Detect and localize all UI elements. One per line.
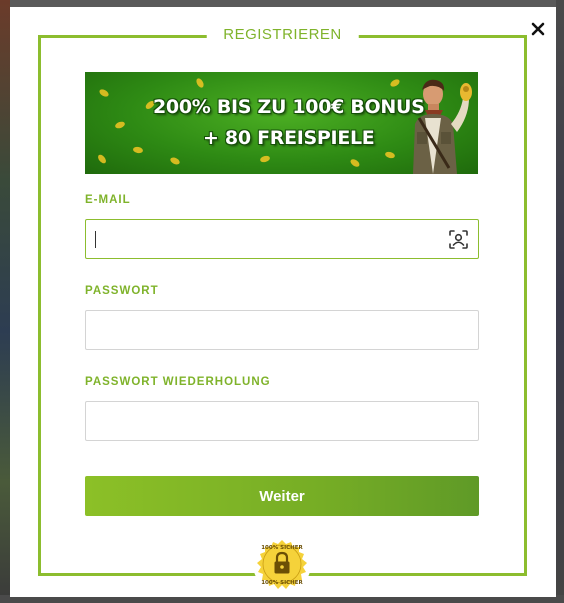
password-repeat-label: PASSWORT WIEDERHOLUNG	[85, 376, 271, 388]
modal-title: REGISTRIEREN	[206, 26, 359, 43]
password-field[interactable]	[86, 311, 478, 349]
continue-button[interactable]: Weiter	[85, 476, 479, 516]
password-field-wrapper	[85, 310, 479, 350]
email-field-wrapper	[85, 219, 479, 259]
password-label: PASSWORT	[85, 285, 159, 297]
password-repeat-field[interactable]	[86, 402, 478, 440]
background-page-right	[556, 0, 564, 603]
close-button[interactable]	[530, 21, 546, 37]
seal-text-bottom: 100% SICHER	[261, 580, 303, 586]
password-repeat-field-wrapper	[85, 401, 479, 441]
email-field[interactable]	[86, 220, 478, 258]
bonus-banner[interactable]: 200% BIS ZU 100€ BONUS + 80 FREISPIELE	[85, 72, 478, 174]
contact-autofill-icon[interactable]	[449, 230, 468, 249]
banner-subheadline: + 80 FREISPIELE	[203, 127, 375, 149]
explorer-character-illustration	[413, 79, 472, 174]
close-icon	[531, 22, 545, 36]
secure-seal-badge: 100% SICHER 100% SICHER	[253, 535, 311, 593]
email-label: E-MAIL	[85, 194, 131, 206]
text-cursor	[95, 231, 96, 248]
seal-text-top: 100% SICHER	[261, 545, 303, 551]
background-page-left	[0, 0, 10, 603]
banner-headline: 200% BIS ZU 100€ BONUS	[153, 96, 425, 118]
registration-modal: REGISTRIEREN 200% BIS ZU 100€ BONUS + 80…	[10, 7, 556, 597]
